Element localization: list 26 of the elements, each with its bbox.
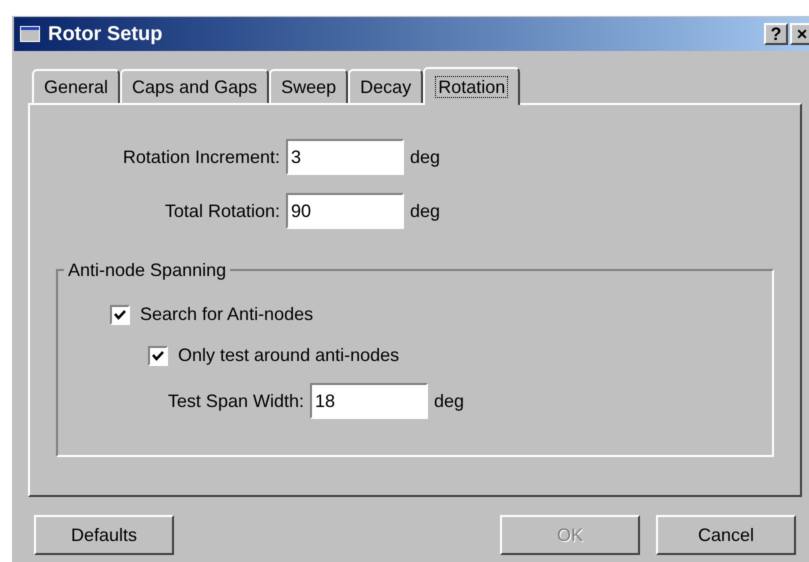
help-button[interactable]: ?: [764, 23, 788, 45]
window-title: Rotor Setup: [48, 22, 162, 47]
input-field[interactable]: 18: [310, 383, 428, 419]
unit-label: deg: [434, 390, 464, 413]
unit-label: deg: [410, 200, 440, 223]
checkmark-icon: [114, 308, 126, 320]
dialog-button[interactable]: Cancel: [656, 515, 796, 555]
tab[interactable]: Rotation: [423, 67, 520, 105]
tab[interactable]: Sweep: [269, 69, 348, 103]
field-label: Total Rotation:: [164, 200, 280, 222]
input-field[interactable]: 90: [286, 193, 404, 229]
unit-label: deg: [410, 146, 440, 169]
checkbox[interactable]: [148, 346, 168, 366]
checkmark-icon: [152, 350, 164, 362]
field-label: Rotation Increment:: [122, 146, 280, 168]
tab[interactable]: Decay: [348, 69, 424, 103]
tab[interactable]: General: [32, 69, 120, 103]
input-field[interactable]: 3: [286, 139, 404, 175]
checkbox[interactable]: [110, 304, 130, 324]
close-button[interactable]: ×: [790, 23, 809, 45]
checkbox-label: Only test around anti-nodes: [178, 344, 400, 367]
dialog-button[interactable]: Defaults: [34, 515, 174, 555]
checkbox-label: Search for Anti-nodes: [140, 303, 314, 326]
field-label: Test Span Width:: [166, 390, 304, 413]
window-icon: [20, 26, 40, 42]
tab[interactable]: Caps and Gaps: [120, 69, 270, 103]
